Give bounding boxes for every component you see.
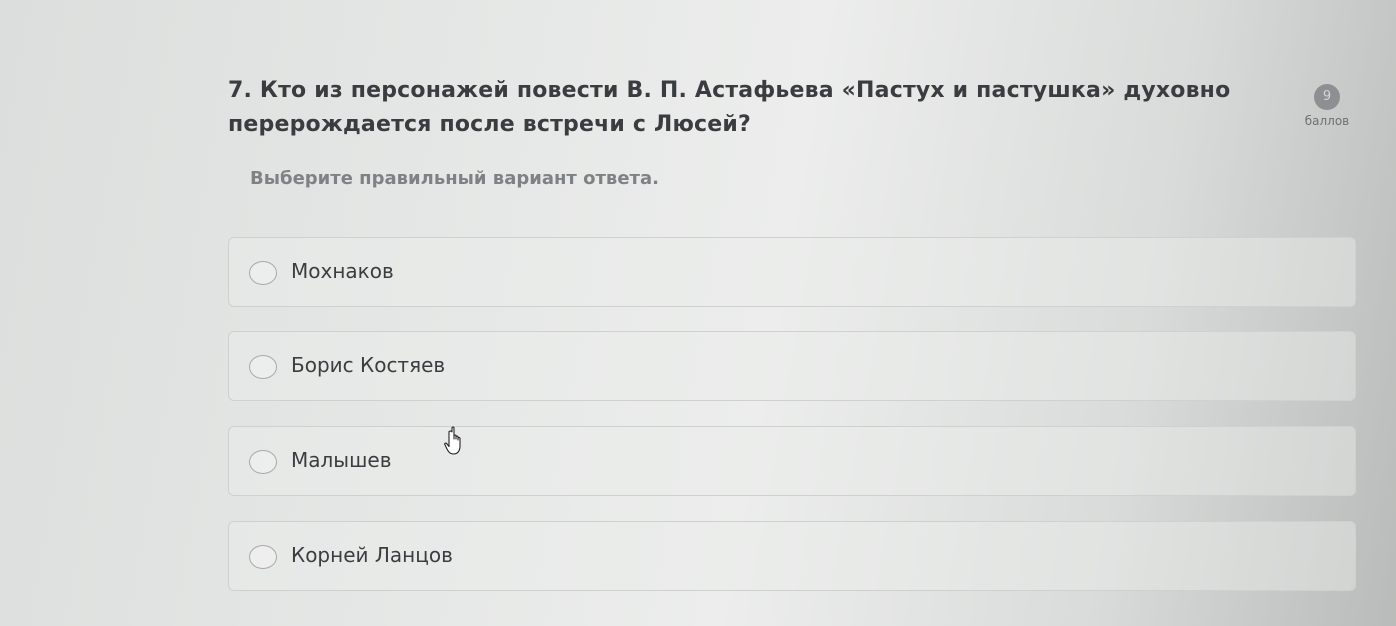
points-badge: 9	[1314, 84, 1340, 110]
hand-pointer-icon	[444, 426, 461, 455]
answer-option-4[interactable]: Корней Ланцов	[228, 521, 1356, 591]
question-text: 7. Кто из персонажей повести В. П. Астаф…	[228, 78, 1231, 137]
answer-option-label: Борис Костяев	[291, 353, 446, 377]
radio-button[interactable]	[249, 450, 277, 474]
points-indicator: 9 баллов	[1296, 84, 1358, 128]
radio-button[interactable]	[249, 355, 277, 379]
answer-option-1[interactable]: Мохнаков	[228, 237, 1356, 307]
answer-option-label: Корней Ланцов	[291, 543, 453, 567]
answer-instruction: Выберите правильный вариант ответа.	[250, 168, 659, 189]
answer-option-label: Малышев	[291, 448, 392, 472]
radio-button[interactable]	[249, 545, 277, 569]
answer-option-label: Мохнаков	[291, 259, 394, 283]
answer-option-3[interactable]: Малышев	[228, 426, 1356, 496]
answer-option-2[interactable]: Борис Костяев	[228, 331, 1356, 401]
points-label: баллов	[1304, 114, 1350, 128]
radio-button[interactable]	[249, 261, 277, 285]
